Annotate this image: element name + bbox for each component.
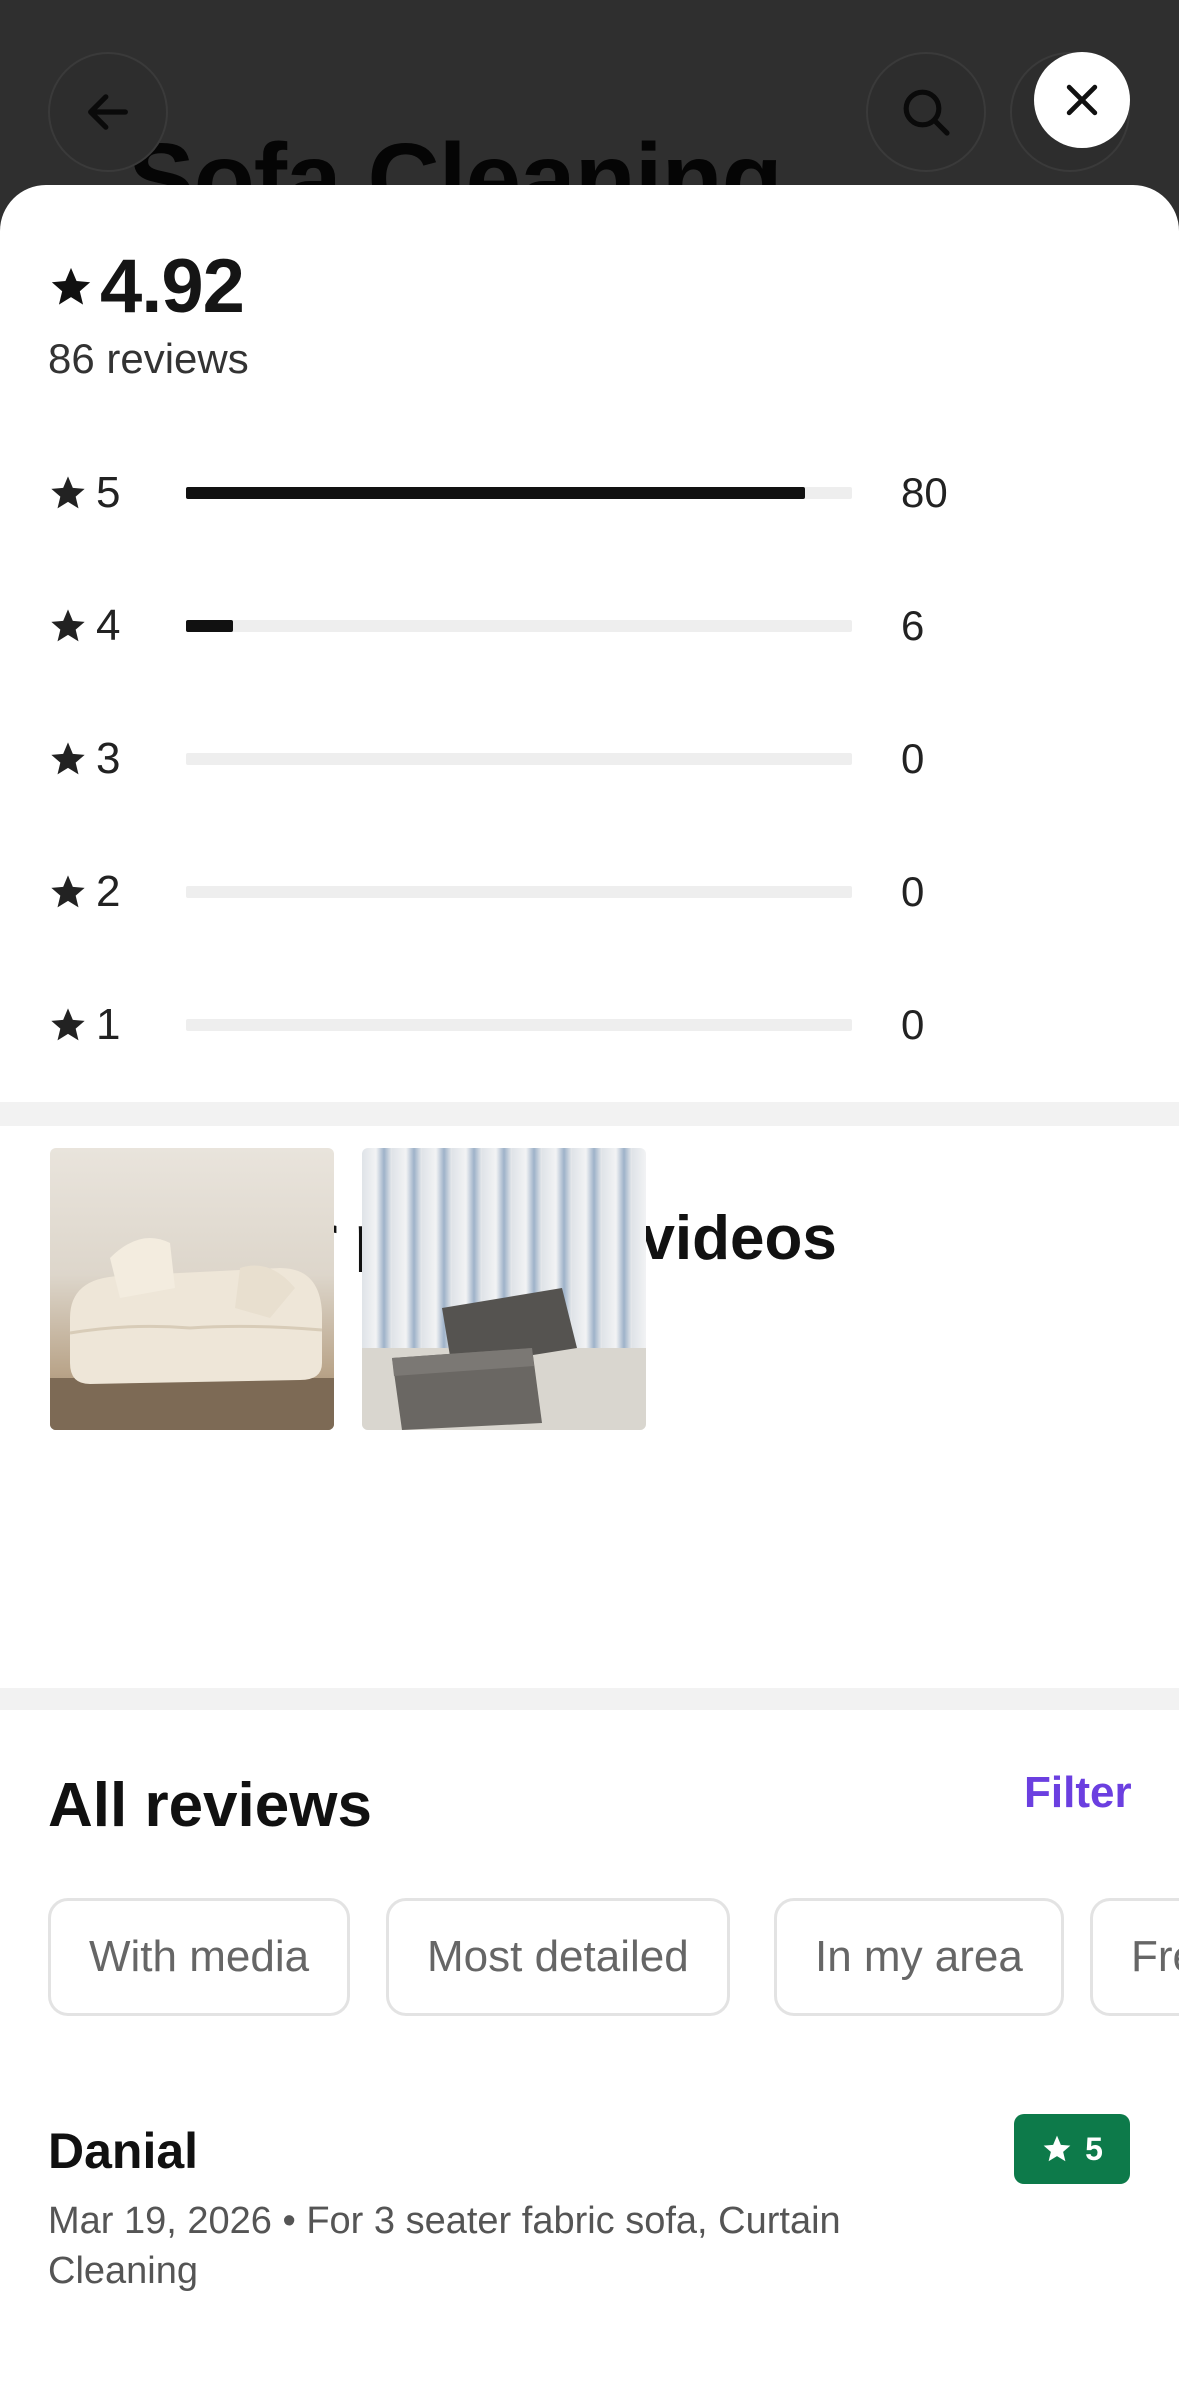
rating-row-3: 3 0: [48, 729, 1148, 789]
rating-bar: [186, 1019, 852, 1031]
rating-count: 6: [901, 602, 925, 649]
all-reviews-title: All reviews: [48, 1771, 372, 1840]
chip-truncated[interactable]: Fre: [1090, 1898, 1179, 2016]
star-icon: [1043, 2135, 1071, 2162]
rating-row-2: 2 0: [48, 862, 1148, 922]
star-level: 4: [96, 601, 121, 650]
rating-bar-fill: [186, 620, 233, 632]
review-score: 5: [1085, 2130, 1103, 2167]
star-level: 1: [96, 1000, 121, 1049]
star-icon: [51, 1008, 85, 1041]
rating-row-4: 4 6: [48, 596, 1148, 656]
close-button[interactable]: [1034, 52, 1130, 148]
back-button[interactable]: [48, 52, 168, 172]
reviewer-name: Danial: [48, 2123, 199, 2179]
back-arrow-icon: [88, 94, 128, 130]
rating-count: 80: [901, 469, 948, 516]
star-icon: [51, 476, 85, 509]
rating-count: 0: [901, 735, 925, 782]
star-level: 2: [96, 867, 121, 916]
customer-photo[interactable]: [362, 1148, 646, 1430]
review-score-badge: 5: [1014, 2114, 1130, 2184]
rating-count: 0: [901, 868, 925, 915]
rating-summary: 4.92: [48, 243, 245, 330]
star-icon: [51, 875, 85, 908]
sofa-photo-image: [50, 1238, 334, 1430]
review-count: 86 reviews: [48, 335, 249, 382]
close-icon: [1066, 84, 1098, 116]
star-icon: [51, 742, 85, 775]
section-divider: [0, 1102, 1179, 1126]
search-icon: [903, 89, 950, 136]
review-meta-line: Mar 19, 2026 • For 3 seater fabric sofa,…: [48, 2200, 841, 2242]
review-meta-line: Cleaning: [48, 2250, 198, 2292]
rating-bar: [186, 620, 852, 632]
average-rating: 4.92: [100, 244, 245, 329]
star-level: 5: [96, 468, 121, 517]
review-meta: Mar 19, 2026 • For 3 seater fabric sofa,…: [48, 2196, 948, 2296]
rating-count: 0: [901, 1001, 925, 1048]
rating-row-5: 5 80: [48, 463, 1148, 523]
chip-with-media[interactable]: With media: [48, 1898, 351, 2016]
chip-most-detailed[interactable]: Most detailed: [386, 1898, 730, 2016]
rating-row-1: 1 0: [48, 995, 1148, 1055]
star-icon: [51, 609, 85, 642]
rating-bar: [186, 886, 852, 898]
rating-bar-fill: [186, 487, 806, 499]
rating-bar: [186, 487, 852, 499]
filter-link[interactable]: Filter: [1024, 1768, 1132, 1818]
star-level: 3: [96, 734, 121, 783]
sofa-photo-image: [362, 1288, 646, 1430]
star-icon: [51, 267, 91, 305]
chip-in-my-area[interactable]: In my area: [774, 1898, 1064, 2016]
search-button[interactable]: [866, 52, 986, 172]
rating-bar: [186, 753, 852, 765]
customer-photo[interactable]: [50, 1148, 334, 1430]
section-divider: [0, 1688, 1179, 1710]
